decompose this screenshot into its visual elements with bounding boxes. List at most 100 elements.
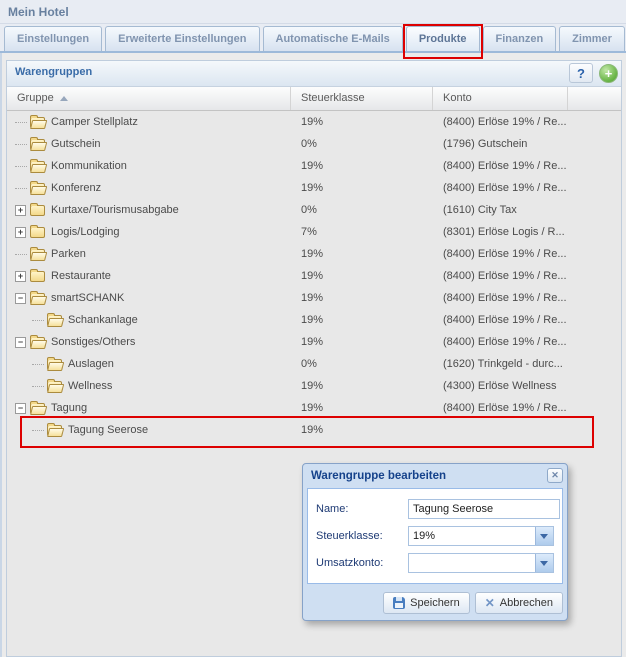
table-row[interactable]: Schankanlage19%(8400) Erlöse 19% / Re... bbox=[7, 309, 621, 331]
tax-class-cell: 0% bbox=[291, 353, 433, 375]
column-header-steuerklasse[interactable]: Steuerklasse bbox=[291, 87, 433, 110]
table-row[interactable]: Gutschein0%(1796) Gutschein bbox=[7, 133, 621, 155]
konto-cell: (8400) Erlöse 19% / Re... bbox=[433, 265, 621, 287]
folder-icon bbox=[47, 315, 62, 326]
steuerklasse-value: 19% bbox=[409, 527, 535, 545]
group-name: Sonstiges/Others bbox=[51, 331, 135, 353]
folder-icon bbox=[30, 271, 45, 282]
chevron-down-icon[interactable] bbox=[535, 527, 553, 545]
group-cell: Kommunikation bbox=[7, 155, 291, 177]
konto-cell: (8400) Erlöse 19% / Re... bbox=[433, 287, 621, 309]
table-row[interactable]: Kommunikation19%(8400) Erlöse 19% / Re..… bbox=[7, 155, 621, 177]
tab-zimmer[interactable]: Zimmer bbox=[559, 26, 625, 51]
cancel-icon: ✕ bbox=[485, 597, 495, 609]
folder-icon bbox=[47, 425, 62, 436]
konto-cell: (8400) Erlöse 19% / Re... bbox=[433, 111, 621, 133]
tax-class-cell: 19% bbox=[291, 177, 433, 199]
dialog-footer: Speichern ✕ Abbrechen bbox=[307, 584, 563, 616]
field-row-umsatzkonto: Umsatzkonto: bbox=[316, 552, 554, 573]
tab-produkte[interactable]: Produkte bbox=[406, 26, 480, 51]
tax-class-cell: 19% bbox=[291, 265, 433, 287]
collapse-icon[interactable]: − bbox=[15, 337, 26, 348]
tax-class-cell: 19% bbox=[291, 375, 433, 397]
group-cell: Parken bbox=[7, 243, 291, 265]
konto-cell bbox=[433, 419, 621, 441]
group-cell: +Restaurante bbox=[7, 265, 291, 287]
save-button[interactable]: Speichern bbox=[383, 592, 470, 614]
add-icon[interactable]: + bbox=[599, 64, 618, 83]
table-row[interactable]: −smartSCHANK19%(8400) Erlöse 19% / Re... bbox=[7, 287, 621, 309]
cancel-button-label: Abbrechen bbox=[500, 597, 553, 609]
group-cell: − Sonstiges/Others bbox=[7, 331, 291, 353]
save-icon bbox=[393, 597, 405, 609]
konto-cell: (4300) Erlöse Wellness bbox=[433, 375, 621, 397]
tab-einstellungen[interactable]: Einstellungen bbox=[4, 26, 102, 51]
name-field-wrap bbox=[408, 499, 560, 519]
tree-line bbox=[15, 122, 27, 123]
collapse-icon[interactable]: − bbox=[15, 293, 26, 304]
group-cell: Auslagen bbox=[7, 353, 291, 375]
help-icon[interactable]: ? bbox=[569, 63, 593, 83]
group-cell: − Tagung bbox=[7, 397, 291, 419]
folder-icon bbox=[47, 359, 62, 370]
expand-icon[interactable]: + bbox=[15, 271, 26, 282]
tab-label: Automatische E-Mails bbox=[276, 33, 390, 45]
table-row[interactable]: Konferenz19%(8400) Erlöse 19% / Re... bbox=[7, 177, 621, 199]
tab-label: Einstellungen bbox=[17, 33, 89, 45]
dialog-header[interactable]: Warengruppe bearbeiten ✕ bbox=[307, 468, 563, 488]
table-row[interactable]: +Logis/Lodging7%(8301) Erlöse Logis / R.… bbox=[7, 221, 621, 243]
name-field[interactable] bbox=[409, 500, 559, 518]
table-row[interactable]: −Sonstiges/Others19%(8400) Erlöse 19% / … bbox=[7, 331, 621, 353]
tree-line bbox=[32, 430, 44, 431]
table-row[interactable]: Tagung Seerose19% bbox=[7, 419, 621, 441]
folder-icon bbox=[30, 293, 45, 304]
expand-icon[interactable]: + bbox=[15, 205, 26, 216]
steuerklasse-label: Steuerklasse: bbox=[316, 530, 408, 542]
tab-finanzen[interactable]: Finanzen bbox=[483, 26, 557, 51]
table-row[interactable]: −Tagung19%(8400) Erlöse 19% / Re... bbox=[7, 397, 621, 419]
konto-cell: (8400) Erlöse 19% / Re... bbox=[433, 177, 621, 199]
expand-icon[interactable]: + bbox=[15, 227, 26, 238]
folder-icon bbox=[30, 403, 45, 414]
table-row[interactable]: Wellness19%(4300) Erlöse Wellness bbox=[7, 375, 621, 397]
group-cell: +Kurtaxe/Tourismusabgabe bbox=[7, 199, 291, 221]
column-header-konto[interactable]: Konto bbox=[433, 87, 568, 110]
steuerklasse-combo[interactable]: 19% bbox=[408, 526, 554, 546]
folder-icon bbox=[30, 139, 45, 150]
tax-class-cell: 19% bbox=[291, 243, 433, 265]
chevron-down-icon[interactable] bbox=[535, 554, 553, 572]
table-row[interactable]: Auslagen0%(1620) Trinkgeld - durc... bbox=[7, 353, 621, 375]
page-title: Mein Hotel bbox=[8, 5, 69, 19]
tree-line bbox=[32, 386, 44, 387]
dialog-body: Name: Steuerklasse: 19% Umsatzkonto: bbox=[307, 488, 563, 584]
collapse-icon[interactable]: − bbox=[15, 403, 26, 414]
group-cell: Schankanlage bbox=[7, 309, 291, 331]
folder-icon bbox=[30, 161, 45, 172]
tab-automatische-emails[interactable]: Automatische E-Mails bbox=[263, 26, 403, 51]
tab-erweiterte-einstellungen[interactable]: Erweiterte Einstellungen bbox=[105, 26, 259, 51]
konto-cell: (1620) Trinkgeld - durc... bbox=[433, 353, 621, 375]
tab-label: Erweiterte Einstellungen bbox=[118, 33, 246, 45]
table-row[interactable]: Parken19%(8400) Erlöse 19% / Re... bbox=[7, 243, 621, 265]
umsatzkonto-label: Umsatzkonto: bbox=[316, 557, 408, 569]
table-row[interactable]: +Kurtaxe/Tourismusabgabe0%(1610) City Ta… bbox=[7, 199, 621, 221]
tree-indent bbox=[13, 364, 30, 365]
tab-label: Finanzen bbox=[496, 33, 544, 45]
konto-cell: (8301) Erlöse Logis / R... bbox=[433, 221, 621, 243]
table-row[interactable]: Camper Stellplatz19%(8400) Erlöse 19% / … bbox=[7, 111, 621, 133]
group-name: Camper Stellplatz bbox=[51, 111, 138, 133]
umsatzkonto-combo[interactable] bbox=[408, 553, 554, 573]
group-cell: Gutschein bbox=[7, 133, 291, 155]
table-row[interactable]: +Restaurante19%(8400) Erlöse 19% / Re... bbox=[7, 265, 621, 287]
tree-line bbox=[15, 188, 27, 189]
close-icon[interactable]: ✕ bbox=[547, 468, 563, 483]
column-label: Steuerklasse bbox=[301, 92, 365, 104]
sort-asc-icon bbox=[60, 96, 68, 101]
titlebar: Mein Hotel bbox=[0, 0, 626, 24]
panel-header: Warengruppen ? + bbox=[7, 61, 621, 87]
group-name: Kommunikation bbox=[51, 155, 127, 177]
cancel-button[interactable]: ✕ Abbrechen bbox=[475, 592, 563, 614]
column-header-gruppe[interactable]: Gruppe bbox=[7, 87, 291, 110]
group-name: Tagung bbox=[51, 397, 87, 419]
tax-class-cell: 19% bbox=[291, 331, 433, 353]
